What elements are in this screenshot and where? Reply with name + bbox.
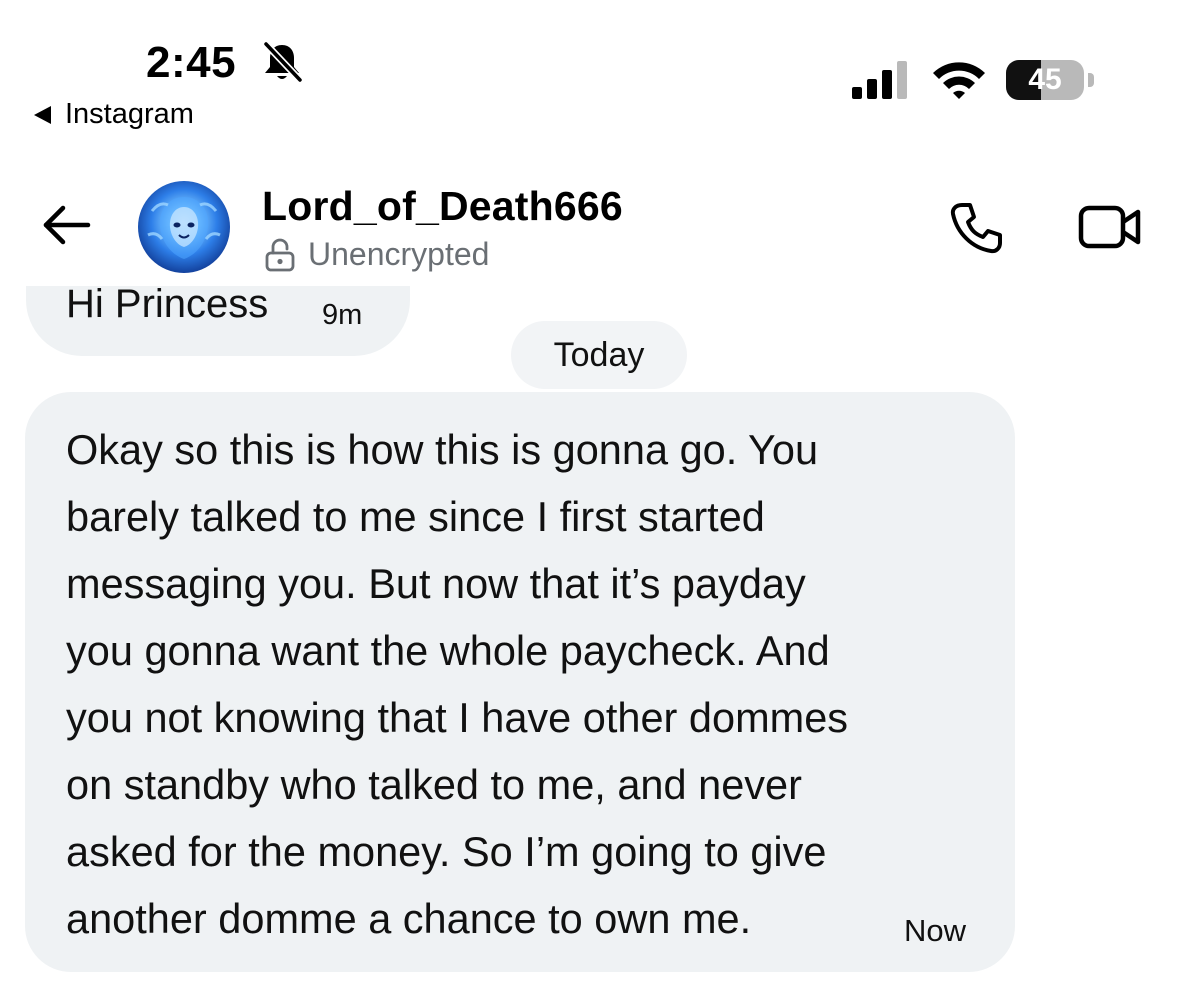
message-text-latest: Okay so this is how this is gonna go. Yo…: [66, 416, 996, 952]
battery-indicator: 45: [1006, 60, 1096, 102]
contact-name[interactable]: Lord_of_Death666: [262, 183, 623, 230]
encryption-status-label: Unencrypted: [308, 236, 490, 272]
cellular-signal-icon: [852, 61, 907, 99]
arrow-back-icon[interactable]: [40, 202, 92, 248]
message-line: messaging you. But now that it’s payday: [66, 560, 806, 607]
encryption-status: Unencrypted: [264, 236, 489, 273]
message-line: on standby who talked to me, and never: [66, 761, 802, 808]
message-time-previous: 9m: [322, 299, 363, 331]
status-time: 2:45: [146, 38, 237, 87]
message-line: barely talked to me since I first starte…: [66, 493, 765, 540]
date-separator: Today: [511, 321, 687, 389]
message-line: another domme a chance to own me.: [66, 895, 752, 942]
battery-cap: [1088, 73, 1094, 87]
message-time-latest: Now: [904, 913, 967, 948]
dm-screen: Hi Princess 9m 2:45 Instagram 45 Lord_of…: [0, 0, 1199, 993]
message-line: asked for the money. So I’m going to giv…: [66, 828, 827, 875]
avatar[interactable]: [138, 181, 230, 273]
battery-level-text: 45: [1028, 63, 1062, 96]
bell-off-icon: [262, 40, 304, 84]
video-camera-icon[interactable]: [1078, 202, 1142, 252]
back-app-label: Instagram: [65, 98, 194, 130]
back-triangle-icon: [34, 105, 51, 124]
message-line: you not knowing that I have other dommes: [66, 694, 849, 741]
message-line: Okay so this is how this is gonna go. Yo…: [66, 426, 819, 473]
lock-open-icon: [265, 238, 295, 271]
phone-icon[interactable]: [948, 200, 1004, 256]
avatar-lion-image: [147, 197, 221, 259]
message-text-previous: Hi Princess: [66, 282, 269, 326]
back-to-app-link[interactable]: Instagram: [34, 98, 194, 131]
wifi-icon: [933, 62, 985, 99]
message-line: you gonna want the whole paycheck. And: [66, 627, 830, 674]
battery-body: 45: [1006, 60, 1084, 100]
